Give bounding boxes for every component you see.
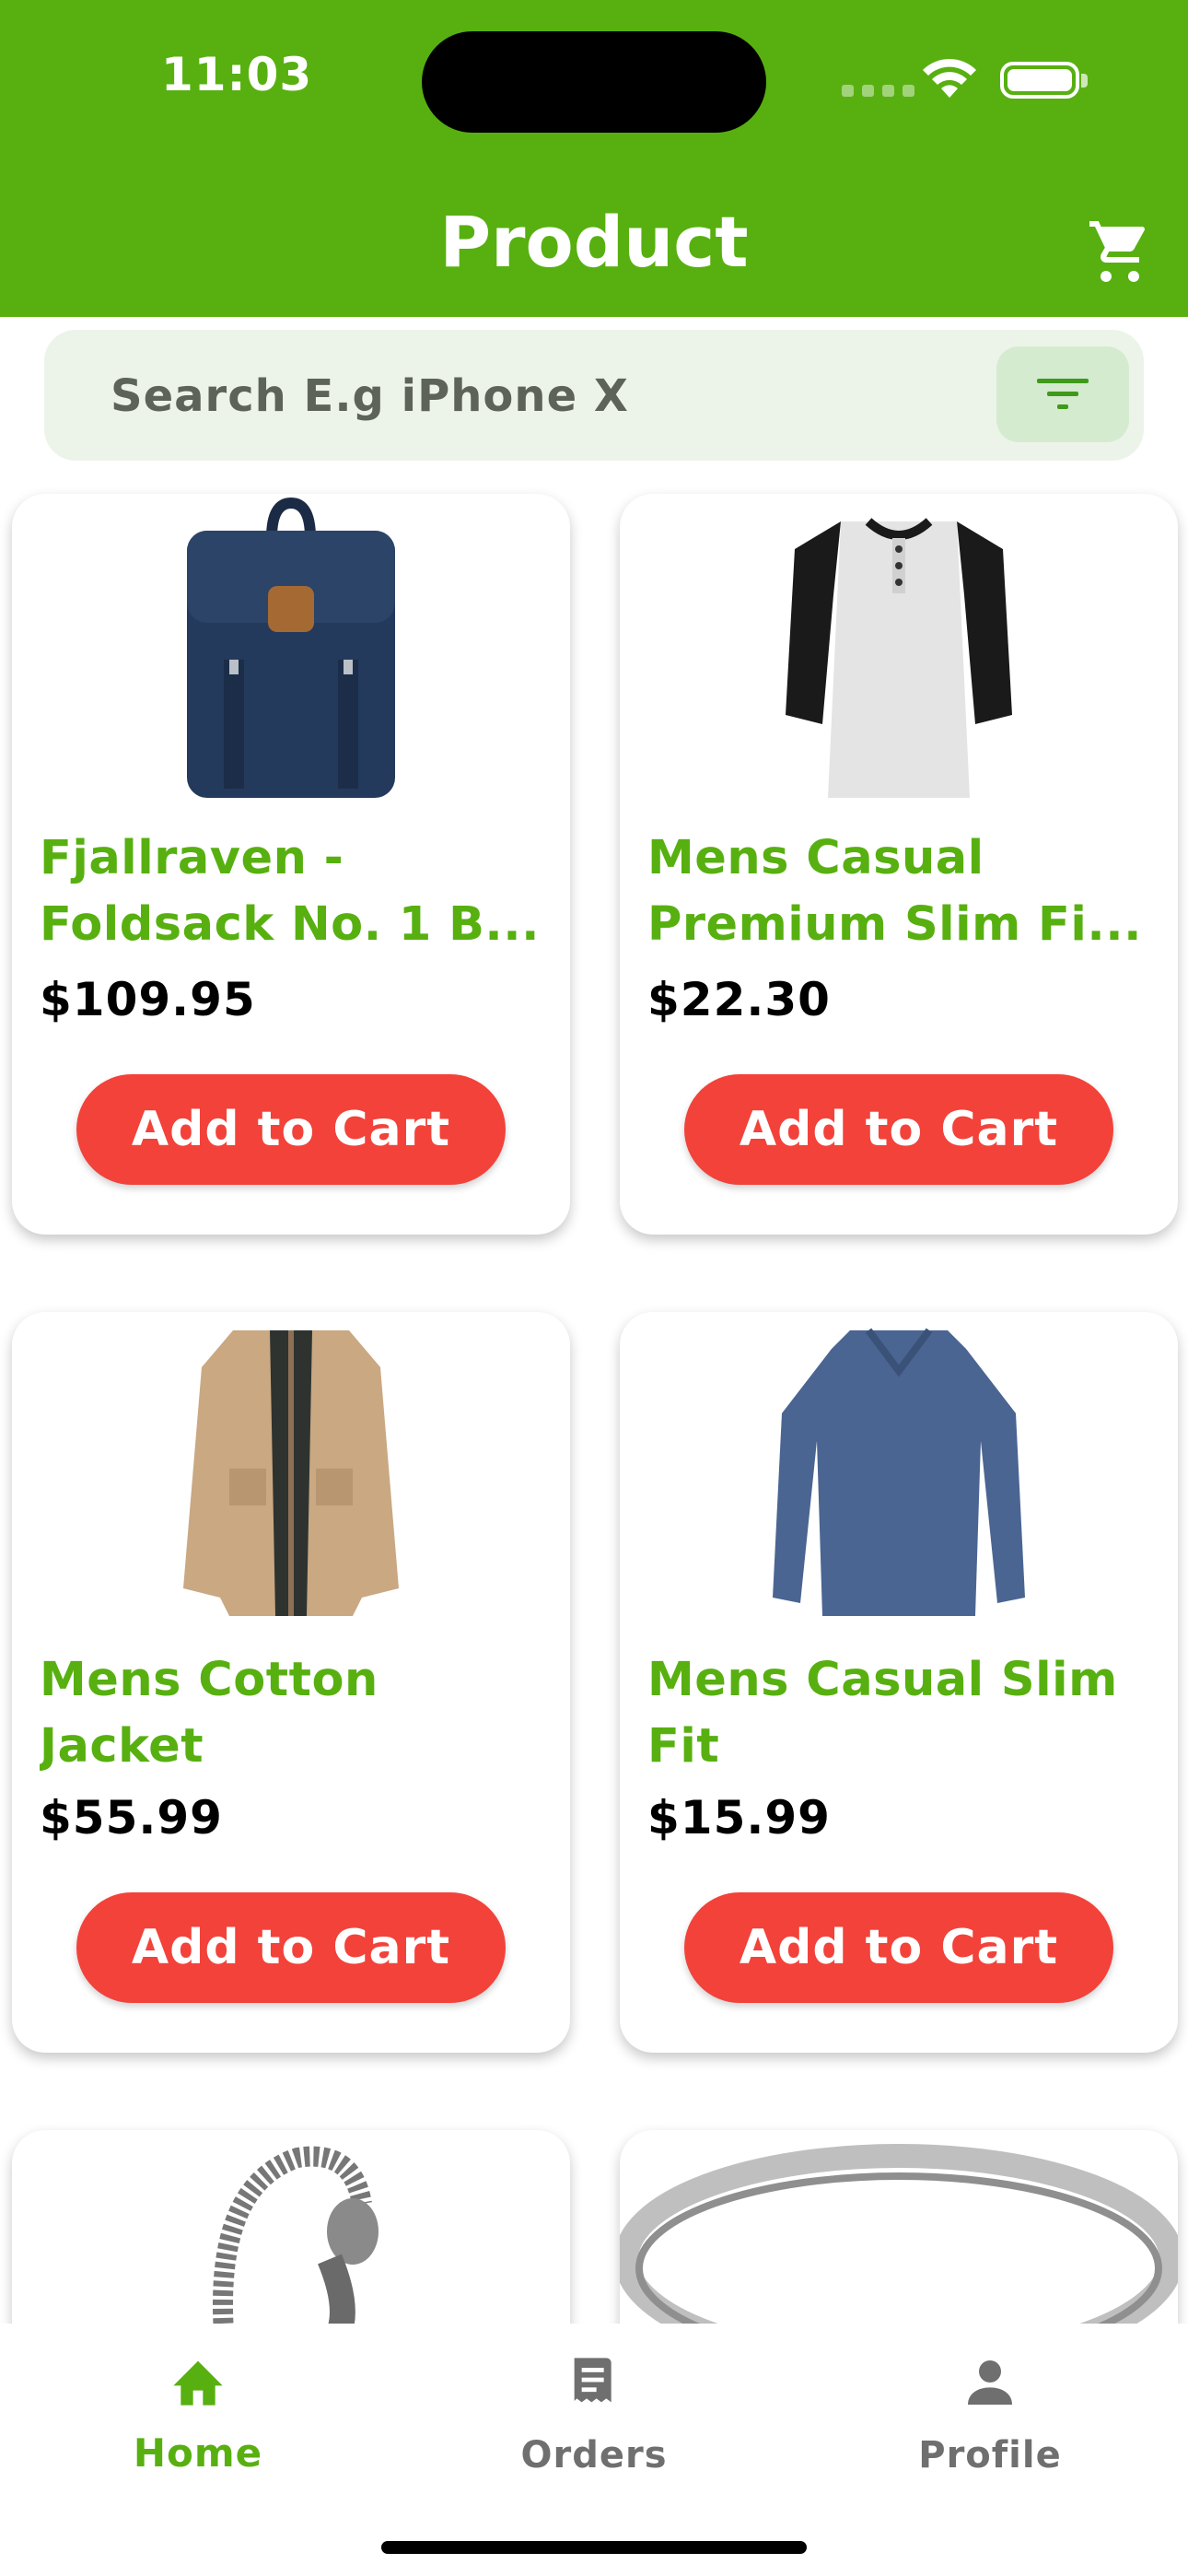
product-name: Fjallraven - Foldsack No. 1 B... <box>40 831 541 952</box>
wifi-icon <box>923 58 976 98</box>
product-image-backpack <box>187 497 395 798</box>
product-image-raglan-tshirt <box>786 518 1012 798</box>
tab-home[interactable]: Home <box>0 2324 396 2508</box>
product-card[interactable]: Mens Casual Slim Fit $15.99 Add to Cart <box>620 1312 1178 2053</box>
battery-icon <box>1000 62 1079 99</box>
add-to-cart-button[interactable]: Add to Cart <box>684 1074 1113 1185</box>
profile-icon <box>968 2360 1012 2405</box>
app-header: 11:03 Product <box>0 0 1188 317</box>
add-to-cart-button[interactable]: Add to Cart <box>684 1892 1113 2003</box>
bottom-tab-bar: Home Orders Profile <box>0 2324 1188 2576</box>
product-image-long-sleeve-tee <box>773 1328 1025 1616</box>
product-price: $22.30 <box>647 973 831 1026</box>
product-name: Mens Casual Slim Fit <box>647 1653 1118 1774</box>
filter-button[interactable] <box>996 346 1129 442</box>
product-price: $15.99 <box>647 1791 831 1844</box>
tab-label-orders: Orders <box>520 2434 668 2476</box>
product-price: $55.99 <box>40 1791 223 1844</box>
tab-profile[interactable]: Profile <box>792 2324 1188 2508</box>
status-time: 11:03 <box>161 48 313 101</box>
filter-icon <box>1037 379 1089 409</box>
page-title: Product <box>439 201 749 283</box>
dynamic-island <box>422 31 766 133</box>
product-card[interactable]: Mens Casual Premium Slim Fi... $22.30 Ad… <box>620 494 1178 1235</box>
add-to-cart-button[interactable]: Add to Cart <box>76 1074 506 1185</box>
cart-icon[interactable] <box>1087 221 1153 282</box>
product-card[interactable]: Fjallraven - Foldsack No. 1 B... $109.95… <box>12 494 570 1235</box>
tab-label-profile: Profile <box>918 2434 1062 2476</box>
add-to-cart-button[interactable]: Add to Cart <box>76 1892 506 2003</box>
tab-orders[interactable]: Orders <box>396 2324 792 2508</box>
orders-icon <box>574 2358 611 2403</box>
tab-label-home: Home <box>133 2430 263 2476</box>
search-bar[interactable]: Search E.g iPhone X <box>44 330 1144 461</box>
home-icon <box>173 2360 223 2406</box>
product-card[interactable]: Mens Cotton Jacket $55.99 Add to Cart <box>12 1312 570 2053</box>
search-input[interactable]: Search E.g iPhone X <box>111 370 629 422</box>
home-indicator <box>381 2541 807 2554</box>
product-price: $109.95 <box>40 973 256 1026</box>
product-name: Mens Cotton Jacket <box>40 1653 379 1774</box>
product-name: Mens Casual Premium Slim Fi... <box>647 831 1142 952</box>
cellular-signal-icon <box>842 85 914 97</box>
product-image-jacket <box>183 1330 399 1616</box>
